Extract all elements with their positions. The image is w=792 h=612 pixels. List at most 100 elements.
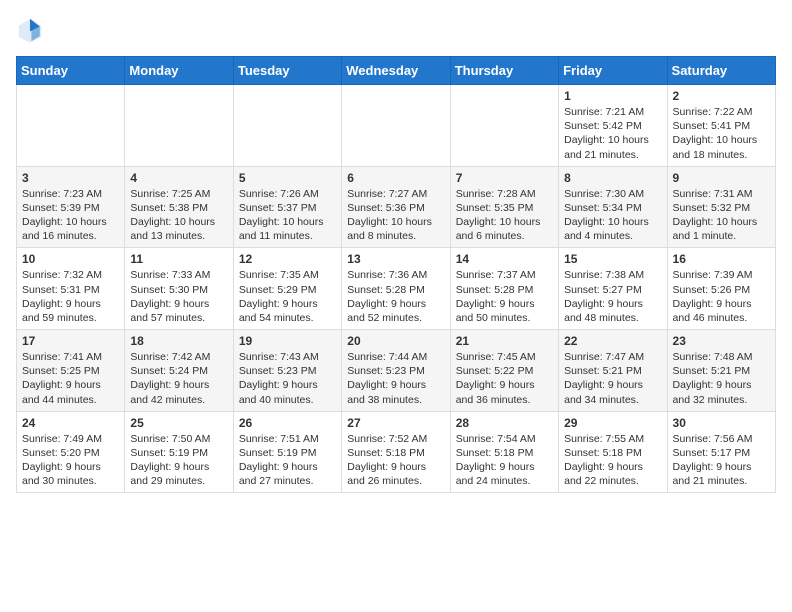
day-info: Sunset: 5:36 PM bbox=[347, 201, 444, 215]
calendar-cell: 11 Sunrise: 7:33 AMSunset: 5:30 PMDayligh… bbox=[125, 248, 233, 330]
day-info: Sunset: 5:35 PM bbox=[456, 201, 553, 215]
day-info: Sunset: 5:30 PM bbox=[130, 283, 227, 297]
calendar-header-row: SundayMondayTuesdayWednesdayThursdayFrid… bbox=[17, 57, 776, 85]
day-number: 8 bbox=[564, 171, 661, 185]
day-info: Sunrise: 7:44 AM bbox=[347, 350, 444, 364]
calendar-cell: 28 Sunrise: 7:54 AMSunset: 5:18 PMDayligh… bbox=[450, 411, 558, 493]
column-header-tuesday: Tuesday bbox=[233, 57, 341, 85]
day-info: Sunrise: 7:42 AM bbox=[130, 350, 227, 364]
day-info: Sunset: 5:34 PM bbox=[564, 201, 661, 215]
day-info: Sunrise: 7:28 AM bbox=[456, 187, 553, 201]
day-info: Sunrise: 7:35 AM bbox=[239, 268, 336, 282]
day-number: 18 bbox=[130, 334, 227, 348]
day-number: 27 bbox=[347, 416, 444, 430]
day-info: Sunrise: 7:37 AM bbox=[456, 268, 553, 282]
day-info: Sunrise: 7:54 AM bbox=[456, 432, 553, 446]
day-number: 11 bbox=[130, 252, 227, 266]
calendar-cell: 8Sunrise: 7:30 AMSunset: 5:34 PMDaylight… bbox=[559, 166, 667, 248]
day-number: 24 bbox=[22, 416, 119, 430]
day-info: Daylight: 10 hours and 21 minutes. bbox=[564, 133, 661, 161]
day-number: 4 bbox=[130, 171, 227, 185]
day-info: Daylight: 10 hours and 6 minutes. bbox=[456, 215, 553, 243]
calendar-cell: 29Sunrise: 7:55 AMSunset: 5:18 PMDayligh… bbox=[559, 411, 667, 493]
day-number: 30 bbox=[673, 416, 770, 430]
calendar-cell bbox=[17, 85, 125, 167]
day-info: Daylight: 9 hours and 26 minutes. bbox=[347, 460, 444, 488]
day-number: 19 bbox=[239, 334, 336, 348]
day-info: Daylight: 9 hours and 50 minutes. bbox=[456, 297, 553, 325]
calendar-cell bbox=[450, 85, 558, 167]
day-info: Sunset: 5:21 PM bbox=[564, 364, 661, 378]
day-info: Sunset: 5:41 PM bbox=[673, 119, 770, 133]
day-number: 2 bbox=[673, 89, 770, 103]
day-info: Daylight: 9 hours and 44 minutes. bbox=[22, 378, 119, 406]
day-info: Sunrise: 7:47 AM bbox=[564, 350, 661, 364]
logo bbox=[16, 16, 48, 44]
day-info: Daylight: 9 hours and 46 minutes. bbox=[673, 297, 770, 325]
day-info: Sunset: 5:17 PM bbox=[673, 446, 770, 460]
day-number: 10 bbox=[22, 252, 119, 266]
calendar-cell: 4 Sunrise: 7:25 AMSunset: 5:38 PMDaylight… bbox=[125, 166, 233, 248]
day-number: 23 bbox=[673, 334, 770, 348]
day-info: Daylight: 9 hours and 21 minutes. bbox=[673, 460, 770, 488]
calendar-cell: 26Sunrise: 7:51 AMSunset: 5:19 PMDayligh… bbox=[233, 411, 341, 493]
calendar-cell: 20Sunrise: 7:44 AMSunset: 5:23 PMDayligh… bbox=[342, 330, 450, 412]
day-number: 22 bbox=[564, 334, 661, 348]
day-info: Sunrise: 7:30 AM bbox=[564, 187, 661, 201]
day-info: Sunrise: 7:26 AM bbox=[239, 187, 336, 201]
day-info: Sunrise: 7:33 AM bbox=[130, 268, 227, 282]
day-info: Daylight: 9 hours and 24 minutes. bbox=[456, 460, 553, 488]
column-header-monday: Monday bbox=[125, 57, 233, 85]
day-info: Sunrise: 7:50 AM bbox=[130, 432, 227, 446]
day-info: Sunset: 5:23 PM bbox=[239, 364, 336, 378]
day-number: 20 bbox=[347, 334, 444, 348]
calendar-cell: 14Sunrise: 7:37 AMSunset: 5:28 PMDayligh… bbox=[450, 248, 558, 330]
day-info: Sunrise: 7:45 AM bbox=[456, 350, 553, 364]
day-info: Sunrise: 7:43 AM bbox=[239, 350, 336, 364]
day-info: Daylight: 10 hours and 8 minutes. bbox=[347, 215, 444, 243]
day-info: Sunrise: 7:25 AM bbox=[130, 187, 227, 201]
day-info: Daylight: 9 hours and 54 minutes. bbox=[239, 297, 336, 325]
day-info: Daylight: 10 hours and 13 minutes. bbox=[130, 215, 227, 243]
day-number: 15 bbox=[564, 252, 661, 266]
day-info: Sunset: 5:24 PM bbox=[130, 364, 227, 378]
day-info: Daylight: 9 hours and 29 minutes. bbox=[130, 460, 227, 488]
day-info: Sunset: 5:38 PM bbox=[130, 201, 227, 215]
day-number: 14 bbox=[456, 252, 553, 266]
day-info: Sunrise: 7:55 AM bbox=[564, 432, 661, 446]
day-info: Sunset: 5:37 PM bbox=[239, 201, 336, 215]
day-number: 21 bbox=[456, 334, 553, 348]
day-number: 25 bbox=[130, 416, 227, 430]
calendar-cell: 6Sunrise: 7:27 AMSunset: 5:36 PMDaylight… bbox=[342, 166, 450, 248]
calendar-cell: 17Sunrise: 7:41 AMSunset: 5:25 PMDayligh… bbox=[17, 330, 125, 412]
calendar-cell: 21Sunrise: 7:45 AMSunset: 5:22 PMDayligh… bbox=[450, 330, 558, 412]
day-info: Daylight: 9 hours and 57 minutes. bbox=[130, 297, 227, 325]
day-info: Sunset: 5:21 PM bbox=[673, 364, 770, 378]
calendar-cell: 15Sunrise: 7:38 AMSunset: 5:27 PMDayligh… bbox=[559, 248, 667, 330]
day-number: 3 bbox=[22, 171, 119, 185]
day-info: Daylight: 9 hours and 32 minutes. bbox=[673, 378, 770, 406]
column-header-sunday: Sunday bbox=[17, 57, 125, 85]
day-info: Sunrise: 7:36 AM bbox=[347, 268, 444, 282]
calendar-week-row: 3Sunrise: 7:23 AMSunset: 5:39 PMDaylight… bbox=[17, 166, 776, 248]
day-info: Sunset: 5:26 PM bbox=[673, 283, 770, 297]
day-info: Sunrise: 7:31 AM bbox=[673, 187, 770, 201]
day-number: 28 bbox=[456, 416, 553, 430]
calendar-week-row: 17Sunrise: 7:41 AMSunset: 5:25 PMDayligh… bbox=[17, 330, 776, 412]
day-number: 29 bbox=[564, 416, 661, 430]
day-info: Sunset: 5:25 PM bbox=[22, 364, 119, 378]
day-info: Sunset: 5:31 PM bbox=[22, 283, 119, 297]
calendar-cell: 2Sunrise: 7:22 AMSunset: 5:41 PMDaylight… bbox=[667, 85, 775, 167]
day-info: Sunset: 5:19 PM bbox=[130, 446, 227, 460]
column-header-friday: Friday bbox=[559, 57, 667, 85]
day-info: Sunrise: 7:27 AM bbox=[347, 187, 444, 201]
day-info: Sunrise: 7:22 AM bbox=[673, 105, 770, 119]
day-info: Sunrise: 7:39 AM bbox=[673, 268, 770, 282]
day-info: Daylight: 9 hours and 40 minutes. bbox=[239, 378, 336, 406]
day-number: 17 bbox=[22, 334, 119, 348]
calendar-cell: 12Sunrise: 7:35 AMSunset: 5:29 PMDayligh… bbox=[233, 248, 341, 330]
day-info: Daylight: 9 hours and 30 minutes. bbox=[22, 460, 119, 488]
calendar-cell: 27Sunrise: 7:52 AMSunset: 5:18 PMDayligh… bbox=[342, 411, 450, 493]
calendar-cell bbox=[342, 85, 450, 167]
day-info: Sunset: 5:18 PM bbox=[456, 446, 553, 460]
